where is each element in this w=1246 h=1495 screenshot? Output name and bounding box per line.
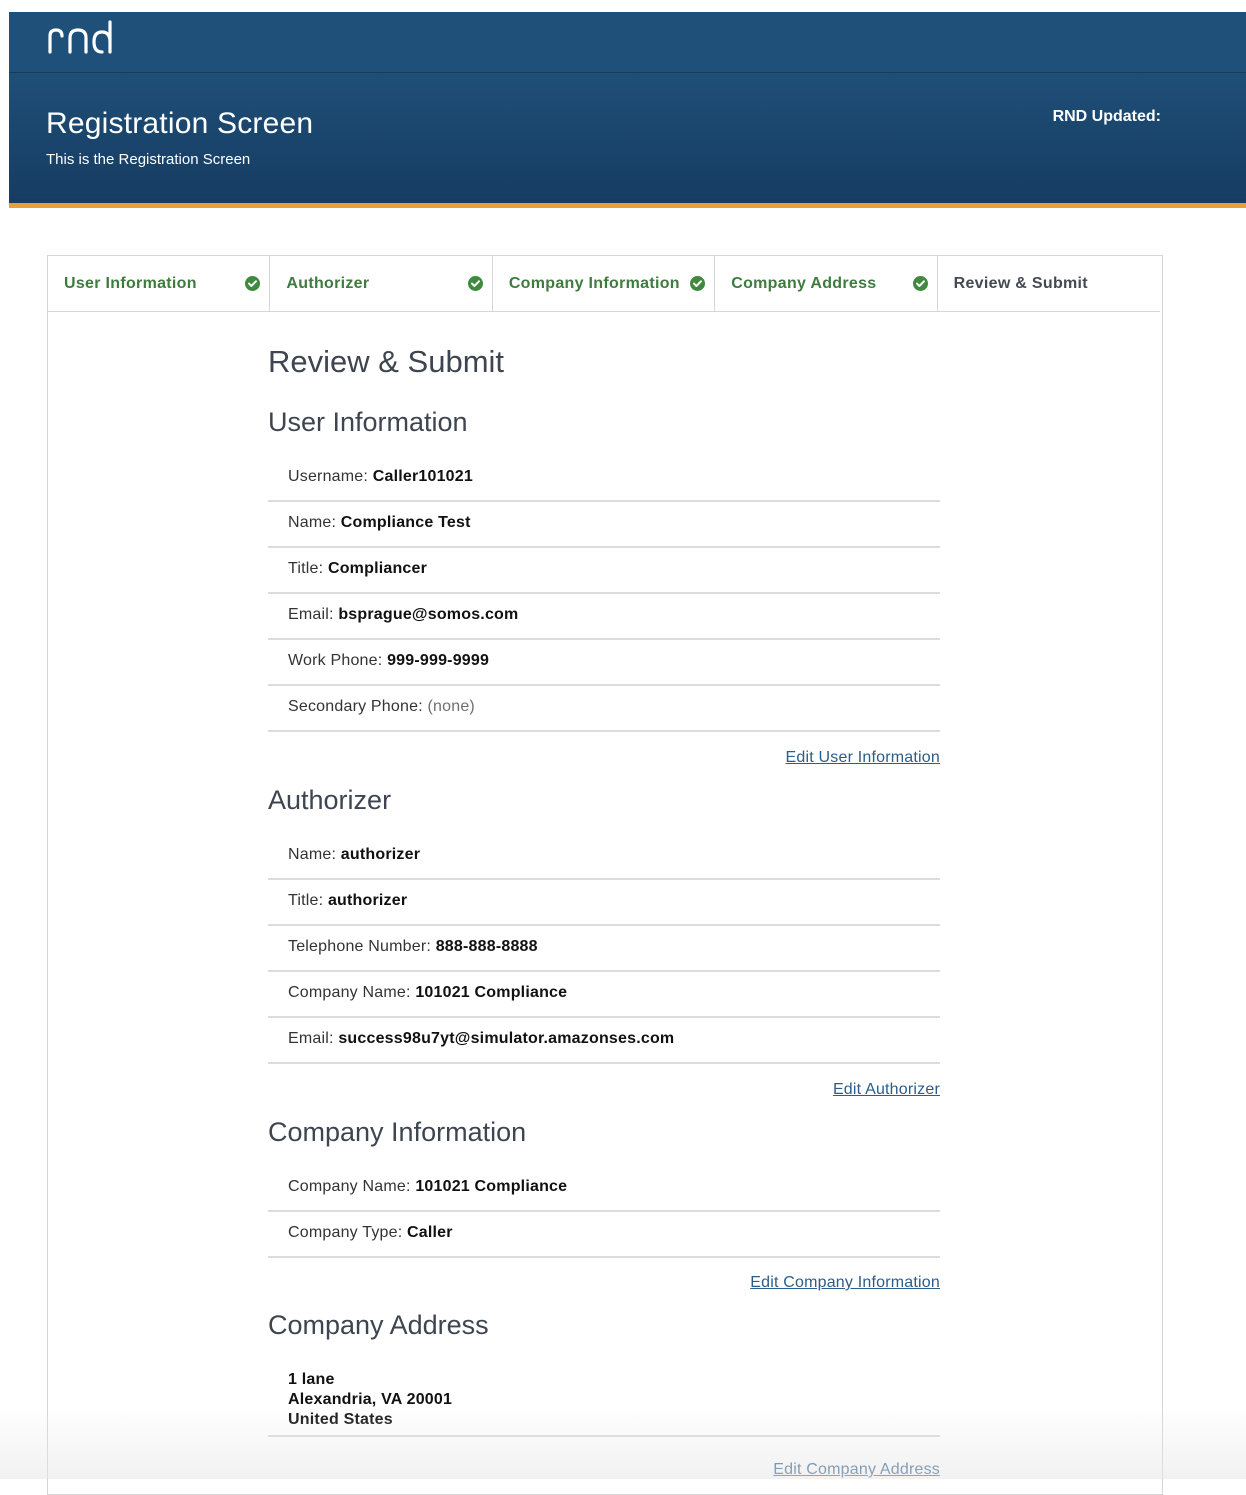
field-value: 888-888-8888 xyxy=(435,938,538,955)
authorizer-heading: Authorizer xyxy=(268,785,392,815)
registration-card: User Information Authorizer Company Info… xyxy=(47,255,1163,1495)
step-review-submit[interactable]: Review & Submit xyxy=(938,256,1160,311)
edit-authorizer-link[interactable]: Edit Authorizer xyxy=(833,1081,940,1099)
check-circle-icon xyxy=(912,276,928,291)
company-address-heading: Company Address xyxy=(268,1310,489,1340)
step-label: Company Information xyxy=(508,275,680,292)
rnd-logo[interactable]: rnd xyxy=(46,18,118,58)
field-label: Title: xyxy=(288,560,324,577)
authorizer-company-row: Company Name: 101021 Compliance xyxy=(268,972,940,1018)
authorizer-title-row: Title: authorizer xyxy=(268,880,940,926)
user-information-heading: User Information xyxy=(268,407,468,437)
field-value: Compliancer xyxy=(327,560,428,577)
field-label: Secondary Phone: xyxy=(288,698,423,715)
field-value: Compliance Test xyxy=(340,514,471,531)
step-company-address[interactable]: Company Address xyxy=(715,256,938,311)
field-value: Caller101021 xyxy=(372,468,473,485)
field-label: Telephone Number: xyxy=(288,938,432,955)
field-label: Company Type: xyxy=(288,1224,403,1241)
field-label: Email: xyxy=(288,606,334,623)
work-phone-row: Work Phone: 999-999-9999 xyxy=(268,640,940,686)
step-label: Authorizer xyxy=(286,275,370,292)
field-label: Company Name: xyxy=(288,984,411,1001)
email-row: Email: bsprague@somos.com xyxy=(268,594,940,640)
name-row: Name: Compliance Test xyxy=(268,502,940,548)
edit-company-information-link[interactable]: Edit Company Information xyxy=(750,1274,940,1292)
field-label: Name: xyxy=(288,846,337,863)
address-country: United States xyxy=(288,1411,393,1428)
title-row: Title: Compliancer xyxy=(268,548,940,594)
field-label: Company Name: xyxy=(288,1178,411,1195)
edit-user-information-link[interactable]: Edit User Information xyxy=(786,749,940,767)
field-label: Username: xyxy=(288,468,369,485)
company-information-heading: Company Information xyxy=(268,1117,527,1147)
page-subtitle: This is the Registration Screen xyxy=(46,151,251,168)
review-title: Review & Submit xyxy=(268,344,505,379)
field-label: Email: xyxy=(288,1030,334,1047)
check-circle-icon xyxy=(467,276,483,291)
step-authorizer[interactable]: Authorizer xyxy=(270,256,493,311)
app-header: rnd Registration Screen This is the Regi… xyxy=(9,12,1246,208)
address-city-state-zip: Alexandria, VA 20001 xyxy=(288,1391,453,1408)
field-label: Work Phone: xyxy=(288,652,383,669)
step-label: User Information xyxy=(64,275,197,292)
step-company-information[interactable]: Company Information xyxy=(493,256,716,311)
field-value: 101021 Compliance xyxy=(415,984,568,1001)
field-value: Caller xyxy=(407,1224,453,1241)
rnd-updated-label: RND Updated: xyxy=(1052,108,1161,125)
address-street: 1 lane xyxy=(288,1371,335,1388)
check-circle-icon xyxy=(689,276,705,291)
company-name-row: Company Name: 101021 Compliance xyxy=(268,1166,940,1212)
field-value: (none) xyxy=(427,698,475,715)
field-value: bsprague@somos.com xyxy=(338,606,519,623)
step-label: Review & Submit xyxy=(953,275,1088,292)
registration-stepper: User Information Authorizer Company Info… xyxy=(48,256,1160,312)
username-row: Username: Caller101021 xyxy=(268,456,940,502)
authorizer-name-row: Name: authorizer xyxy=(268,834,940,880)
authorizer-email-row: Email: success98u7yt@simulator.amazonses… xyxy=(268,1018,940,1064)
address-block: 1 lane Alexandria, VA 20001 United State… xyxy=(268,1359,940,1437)
secondary-phone-row: Secondary Phone: (none) xyxy=(268,686,940,732)
field-label: Title: xyxy=(288,892,324,909)
check-circle-icon xyxy=(245,276,261,291)
field-value: authorizer xyxy=(340,846,421,863)
field-value: authorizer xyxy=(327,892,408,909)
step-user-information[interactable]: User Information xyxy=(48,256,271,311)
logo-bar: rnd xyxy=(9,12,1246,73)
field-value: 101021 Compliance xyxy=(415,1178,568,1195)
field-value: success98u7yt@simulator.amazonses.com xyxy=(338,1030,675,1047)
page-title: Registration Screen xyxy=(46,107,314,140)
step-label: Company Address xyxy=(731,275,877,292)
authorizer-telephone-row: Telephone Number: 888-888-8888 xyxy=(268,926,940,972)
field-value: 999-999-9999 xyxy=(387,652,490,669)
company-type-row: Company Type: Caller xyxy=(268,1212,940,1258)
field-label: Name: xyxy=(288,514,337,531)
edit-company-address-link[interactable]: Edit Company Address xyxy=(773,1461,940,1479)
